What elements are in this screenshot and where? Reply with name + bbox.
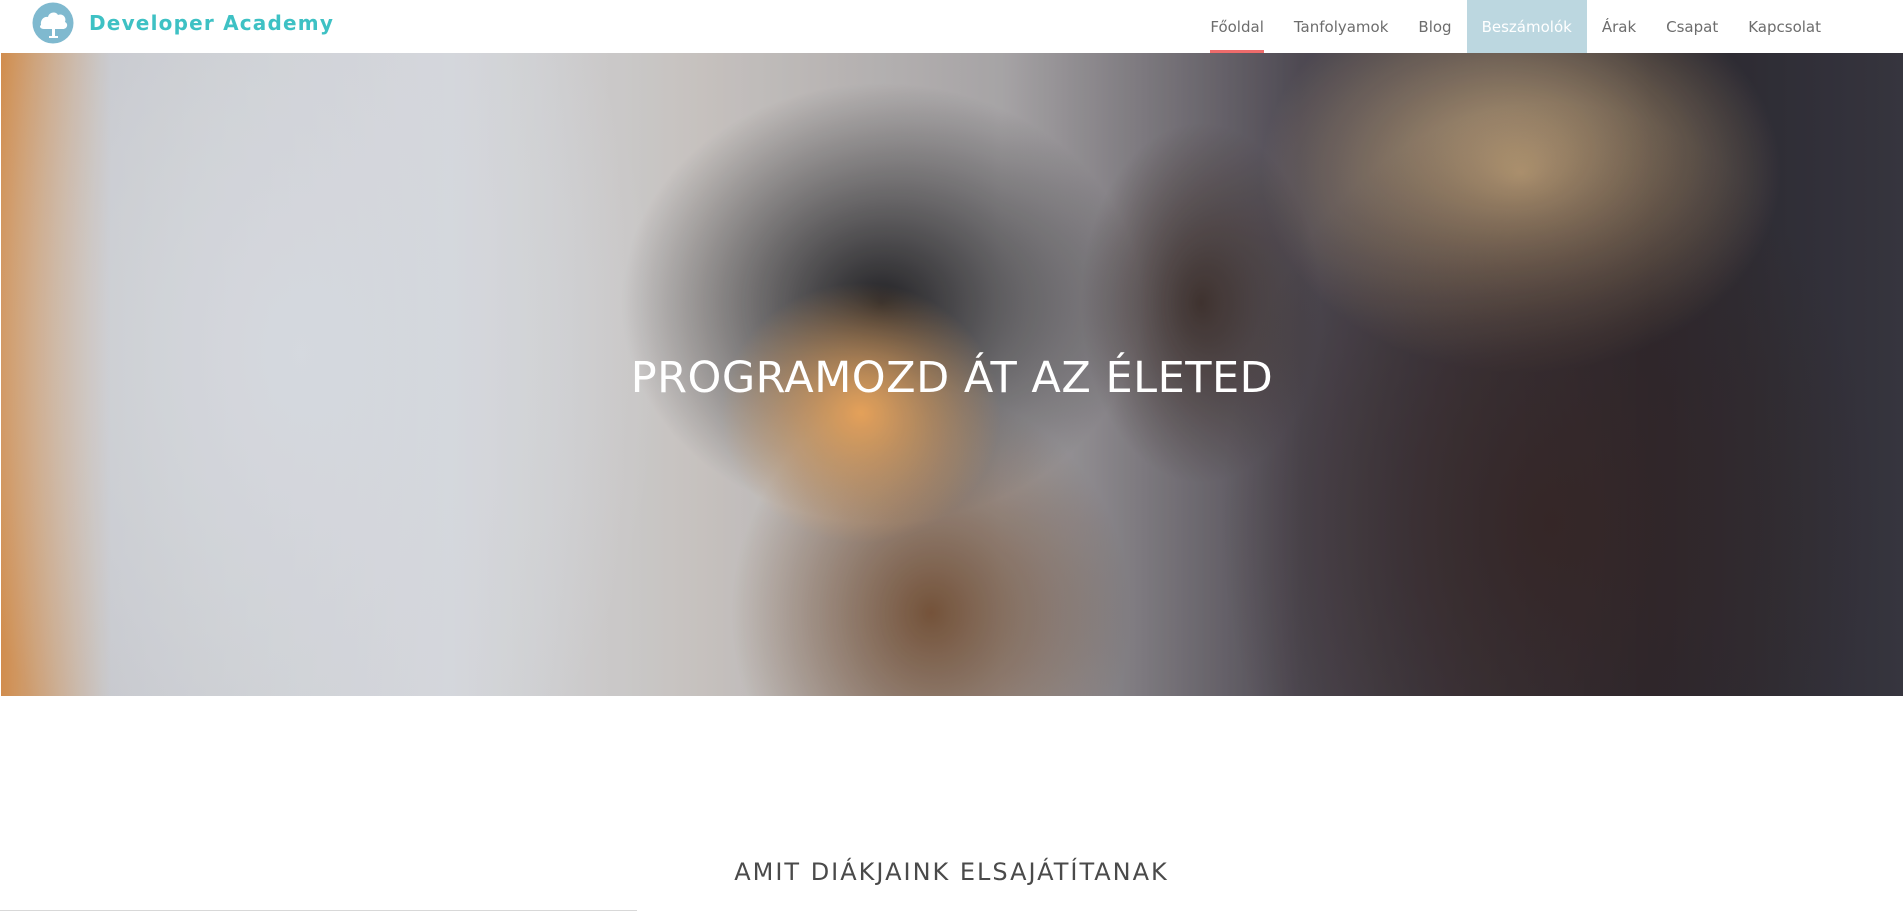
- section-divider: [0, 910, 637, 911]
- nav-item-beszamolok[interactable]: Beszámolók: [1466, 0, 1587, 53]
- site-header: Developer Academy Főoldal Tanfolyamok Bl…: [0, 0, 1903, 53]
- nav-item-fooldal[interactable]: Főoldal: [1195, 0, 1279, 53]
- nav-item-label: Árak: [1601, 17, 1637, 36]
- nav-item-label: Beszámolók: [1481, 17, 1572, 36]
- nav-item-kapcsolat[interactable]: Kapcsolat: [1733, 0, 1836, 53]
- hero-banner: PROGRAMOZD ÁT AZ ÉLETED: [1, 53, 1903, 696]
- brand-name: Developer Academy: [89, 11, 335, 35]
- nav-item-blog[interactable]: Blog: [1403, 0, 1466, 53]
- brand-link[interactable]: Developer Academy: [31, 1, 334, 45]
- nav-item-label: Főoldal: [1210, 17, 1264, 36]
- page: Developer Academy Főoldal Tanfolyamok Bl…: [0, 0, 1903, 913]
- hero-title: PROGRAMOZD ÁT AZ ÉLETED: [630, 353, 1274, 403]
- nav-item-label: Csapat: [1666, 17, 1719, 36]
- nav-item-tanfolyamok[interactable]: Tanfolyamok: [1279, 0, 1404, 53]
- nav-item-label: Tanfolyamok: [1293, 17, 1389, 36]
- section-title: AMIT DIÁKJAINK ELSAJÁTÍTANAK: [734, 858, 1169, 886]
- nav-item-csapat[interactable]: Csapat: [1651, 0, 1733, 53]
- main-nav: Főoldal Tanfolyamok Blog Beszámolók Árak…: [1195, 0, 1836, 53]
- tree-logo-icon: [32, 2, 74, 44]
- nav-item-arak[interactable]: Árak: [1587, 0, 1651, 53]
- nav-item-label: Blog: [1418, 17, 1452, 36]
- nav-item-label: Kapcsolat: [1748, 17, 1821, 36]
